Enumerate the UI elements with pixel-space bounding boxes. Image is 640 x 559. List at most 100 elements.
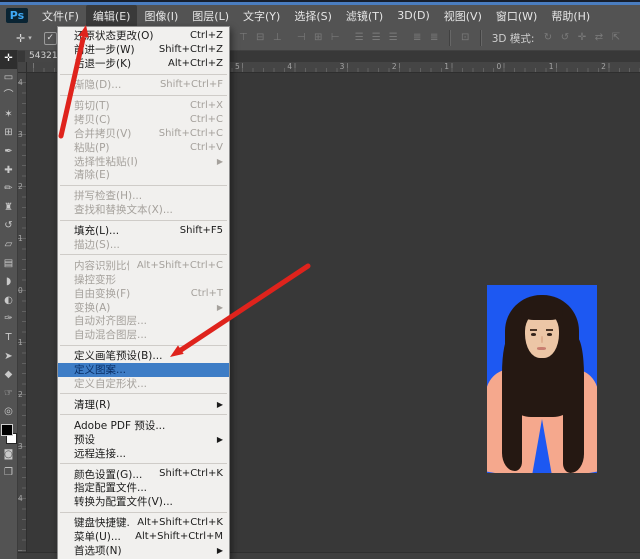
- align-right-edges-button[interactable]: ⊢: [328, 30, 343, 46]
- move-tool[interactable]: ✛: [0, 50, 17, 69]
- menu-item-stroke[interactable]: 描边(S)...: [58, 238, 229, 252]
- menubar-item-select[interactable]: 选择(S): [287, 5, 339, 27]
- options-separator: [449, 30, 451, 46]
- menu-item-define-custom-shape[interactable]: 定义自定形状...: [58, 377, 229, 391]
- quick-mask-button[interactable]: ◙: [0, 446, 17, 465]
- 3d-roll-button[interactable]: ↺: [557, 30, 572, 46]
- align-top-edges-button[interactable]: ⊤: [236, 30, 251, 46]
- distribute-bottom-edges-button[interactable]: ☰: [386, 30, 401, 46]
- color-swatches[interactable]: [1, 424, 16, 446]
- menu-item-label: 剪切(T): [74, 98, 182, 113]
- 3d-drag-button[interactable]: ✛: [574, 30, 589, 46]
- menu-item-fade[interactable]: 渐隐(D)...Shift+Ctrl+F: [58, 78, 229, 92]
- align-vertical-centers-button[interactable]: ⊟: [253, 30, 268, 46]
- menu-item-auto-align-layers[interactable]: 自动对齐图层...: [58, 314, 229, 328]
- auto-align-layers-button[interactable]: ⊡: [458, 30, 473, 46]
- rectangular-marquee-tool[interactable]: ▭: [0, 69, 17, 88]
- menu-item-find-and-replace-text[interactable]: 查找和替换文本(X)...: [58, 203, 229, 217]
- align-bottom-edges-button[interactable]: ⊥: [270, 30, 285, 46]
- menu-item-define-brush-preset[interactable]: 定义画笔预设(B)...: [58, 349, 229, 363]
- blur-tool[interactable]: ◗: [0, 273, 17, 292]
- menubar-item-view[interactable]: 视图(V): [437, 5, 489, 27]
- menu-item-step-forward[interactable]: 前进一步(W)Shift+Ctrl+Z: [58, 43, 229, 57]
- path-selection-tool[interactable]: ➤: [0, 348, 17, 367]
- menu-item-purge[interactable]: 清理(R)▶: [58, 397, 229, 411]
- quick-selection-tool[interactable]: ✶: [0, 106, 17, 125]
- menu-item-auto-blend-layers[interactable]: 自动混合图层...: [58, 328, 229, 342]
- menu-item-define-pattern[interactable]: 定义图案...: [58, 363, 229, 377]
- menubar-item-filter[interactable]: 滤镜(T): [339, 5, 390, 27]
- zoom-tool[interactable]: ◎: [0, 403, 17, 422]
- align-left-edges-button[interactable]: ⊣: [294, 30, 309, 46]
- menu-item-preferences[interactable]: 首选项(N)▶: [58, 544, 229, 558]
- distribute-vertical-centers-button[interactable]: ☰: [369, 30, 384, 46]
- distribute-top-edges-button[interactable]: ☰: [352, 30, 367, 46]
- menu-item-label: 清理(R): [74, 397, 209, 412]
- screen-mode-button[interactable]: ❐: [0, 464, 17, 483]
- menu-item-fill[interactable]: 填充(L)...Shift+F5: [58, 224, 229, 238]
- menu-item-color-settings[interactable]: 颜色设置(G)...Shift+Ctrl+K: [58, 467, 229, 481]
- menu-item-content-aware-scale[interactable]: 内容识别比例Alt+Shift+Ctrl+C: [58, 258, 229, 272]
- menubar-item-file[interactable]: 文件(F): [35, 5, 86, 27]
- auto-select-checkbox[interactable]: ✓: [44, 32, 57, 45]
- tool-preset-picker[interactable]: ✛ ▾: [16, 32, 32, 45]
- clone-stamp-tool[interactable]: ♜: [0, 199, 17, 218]
- type-tool[interactable]: T: [0, 329, 17, 348]
- menu-item-keyboard-shortcuts[interactable]: 键盘快捷键...Alt+Shift+Ctrl+K: [58, 516, 229, 530]
- menu-item-puppet-warp[interactable]: 操控变形: [58, 272, 229, 286]
- hand-tool[interactable]: ☞: [0, 385, 17, 404]
- menu-item-copy[interactable]: 拷贝(C)Ctrl+C: [58, 112, 229, 126]
- menu-item-adobe-pdf-presets[interactable]: Adobe PDF 预设...: [58, 418, 229, 432]
- menu-item-undo-state-change[interactable]: 还原状态更改(O)Ctrl+Z: [58, 29, 229, 43]
- menu-item-shortcut: Ctrl+Z: [190, 30, 223, 41]
- menu-item-menus[interactable]: 菜单(U)...Alt+Shift+Ctrl+M: [58, 530, 229, 544]
- menu-item-remote-connections[interactable]: 远程连接...: [58, 446, 229, 460]
- 3d-scale-button[interactable]: ⇱: [608, 30, 623, 46]
- photo-person-brow-left: [530, 329, 537, 331]
- eyedropper-tool[interactable]: ✒: [0, 143, 17, 162]
- menu-item-step-backward[interactable]: 后退一步(K)Alt+Ctrl+Z: [58, 57, 229, 71]
- horizontal-ruler-number: 3: [340, 62, 345, 71]
- vertical-ruler-number: 2: [18, 390, 23, 399]
- menubar-item-help[interactable]: 帮助(H): [544, 5, 597, 27]
- menubar-item-window[interactable]: 窗口(W): [489, 5, 544, 27]
- pen-tool[interactable]: ✑: [0, 310, 17, 329]
- spot-healing-brush-tool[interactable]: ✚: [0, 162, 17, 181]
- menu-item-shortcut: Shift+Ctrl+C: [159, 128, 223, 139]
- dodge-tool[interactable]: ◐: [0, 292, 17, 311]
- menu-item-convert-to-profile[interactable]: 转换为配置文件(V)...: [58, 495, 229, 509]
- menu-item-free-transform[interactable]: 自由变换(F)Ctrl+T: [58, 286, 229, 300]
- menu-item-paste-special[interactable]: 选择性粘贴(I)▶: [58, 154, 229, 168]
- menu-item-shortcut: Ctrl+T: [191, 288, 223, 299]
- custom-shape-tool[interactable]: ◆: [0, 366, 17, 385]
- menu-separator: [60, 220, 227, 221]
- 3d-rotate-button[interactable]: ↻: [540, 30, 555, 46]
- crop-tool[interactable]: ⊞: [0, 124, 17, 143]
- menu-item-transform[interactable]: 变换(A)▶: [58, 300, 229, 314]
- menu-item-copy-merged[interactable]: 合并拷贝(V)Shift+Ctrl+C: [58, 126, 229, 140]
- menu-item-assign-profile[interactable]: 指定配置文件...: [58, 481, 229, 495]
- menu-item-cut[interactable]: 剪切(T)Ctrl+X: [58, 99, 229, 113]
- lasso-tool[interactable]: ⌒: [0, 87, 17, 106]
- brush-tool[interactable]: ✏: [0, 180, 17, 199]
- menu-item-clear[interactable]: 清除(E): [58, 168, 229, 182]
- menu-item-label: 后退一步(K): [74, 56, 160, 71]
- menu-item-paste[interactable]: 粘贴(P)Ctrl+V: [58, 140, 229, 154]
- canvas-id-photo[interactable]: [487, 285, 597, 473]
- horizontal-ruler-number: 1: [549, 62, 554, 71]
- menu-item-presets[interactable]: 预设▶: [58, 432, 229, 446]
- gradient-tool[interactable]: ▤: [0, 255, 17, 274]
- distribute-horizontal-centers-button[interactable]: ≣: [427, 30, 442, 46]
- menubar-item-layer[interactable]: 图层(L): [185, 5, 236, 27]
- menubar-item-image[interactable]: 图像(I): [137, 5, 185, 27]
- menu-item-check-spelling[interactable]: 拼写检查(H)...: [58, 189, 229, 203]
- menubar-item-edit[interactable]: 编辑(E): [86, 5, 138, 27]
- history-brush-tool[interactable]: ↺: [0, 217, 17, 236]
- foreground-color-swatch[interactable]: [1, 424, 13, 436]
- menubar-item-3d[interactable]: 3D(D): [390, 6, 437, 25]
- align-horizontal-centers-button[interactable]: ⊞: [311, 30, 326, 46]
- eraser-tool[interactable]: ▱: [0, 236, 17, 255]
- menubar-item-type[interactable]: 文字(Y): [236, 5, 287, 27]
- distribute-left-edges-button[interactable]: ≣: [410, 30, 425, 46]
- 3d-slide-button[interactable]: ⇄: [591, 30, 606, 46]
